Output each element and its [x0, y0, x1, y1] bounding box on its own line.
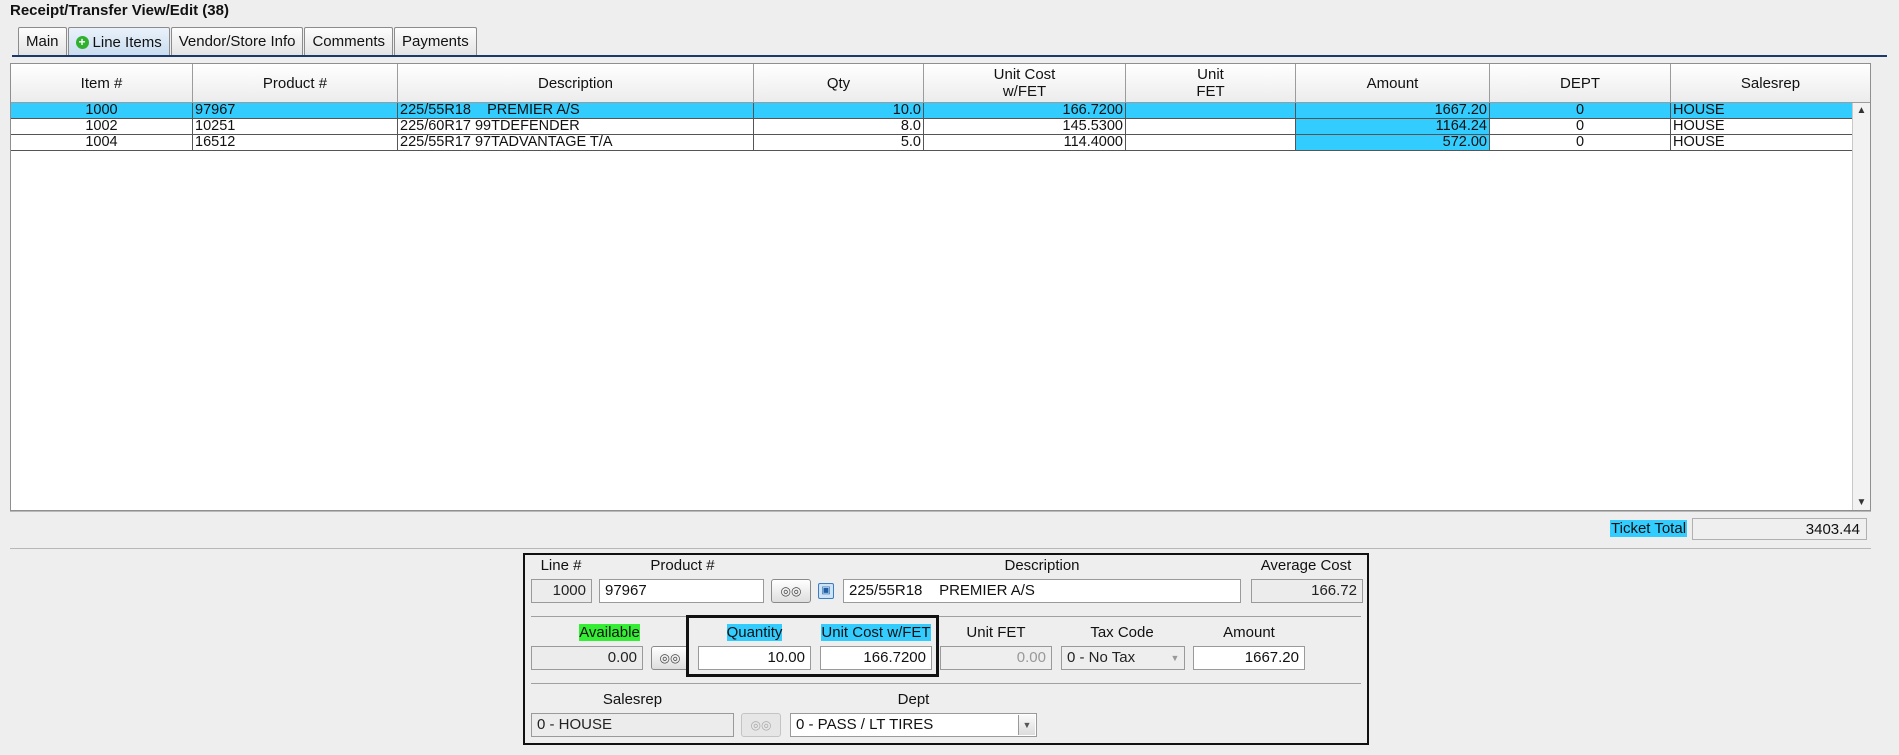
tab-underline: [12, 55, 1887, 57]
unit-fet-label: Unit FET: [966, 624, 1026, 641]
line-items-grid[interactable]: Item # Product # Description Qty Unit Co…: [10, 63, 1871, 511]
scroll-up-icon[interactable]: ▲: [1853, 105, 1870, 116]
column-header-description[interactable]: Description: [398, 64, 754, 102]
cell-salesrep: HOUSE: [1671, 135, 1870, 151]
column-header-product[interactable]: Product #: [193, 64, 398, 102]
tab-bar: Main + Line Items Vendor/Store Info Comme…: [18, 27, 478, 56]
column-header-dept[interactable]: DEPT: [1490, 64, 1671, 102]
availability-lookup-button[interactable]: ◎◎: [651, 646, 689, 670]
cell-product: 16512: [193, 135, 398, 151]
window-title: Receipt/Transfer View/Edit (38): [10, 2, 229, 19]
table-row[interactable]: 1002 10251 225/60R17 99TDEFENDER 8.0 145…: [11, 119, 1870, 135]
chevron-down-icon[interactable]: ▼: [1018, 715, 1035, 735]
tab-main[interactable]: Main: [18, 27, 67, 55]
amount-input[interactable]: 1667.20: [1193, 646, 1305, 670]
tab-comments-label: Comments: [312, 33, 385, 50]
tab-payments-label: Payments: [402, 33, 469, 50]
dept-value: 0 - PASS / LT TIRES: [796, 716, 934, 733]
average-cost-field: 166.72: [1251, 579, 1363, 603]
detail-separator: [531, 616, 1361, 617]
cell-dept: 0: [1490, 103, 1671, 119]
cell-dept: 0: [1490, 135, 1671, 151]
tab-line-items-label: Line Items: [92, 33, 162, 51]
totals-bar: [10, 511, 1871, 549]
salesrep-label: Salesrep: [602, 691, 663, 708]
ticket-total-value: 3403.44: [1692, 518, 1867, 540]
description-input[interactable]: 225/55R18 PREMIER A/S: [843, 579, 1241, 603]
tab-vendor-store-info-label: Vendor/Store Info: [178, 33, 296, 50]
binoculars-icon: ◎◎: [659, 651, 681, 665]
unit-fet-input[interactable]: 0.00: [940, 646, 1052, 670]
product-info-icon[interactable]: ▣: [818, 583, 834, 599]
salesrep-lookup-button[interactable]: ◎◎: [741, 713, 781, 737]
cell-item: 1000: [11, 103, 193, 119]
cell-item: 1002: [11, 119, 193, 135]
cell-qty: 8.0: [754, 119, 924, 135]
tax-code-label: Tax Code: [1090, 624, 1154, 641]
cell-description: 225/55R18 PREMIER A/S: [398, 103, 754, 119]
cell-description: 225/55R17 97TADVANTAGE T/A: [398, 135, 754, 151]
tab-comments[interactable]: Comments: [304, 27, 393, 55]
product-number-label: Product #: [650, 557, 715, 574]
cell-unit-fet: [1126, 119, 1296, 135]
dept-select[interactable]: 0 - PASS / LT TIRES ▼: [790, 713, 1037, 737]
plus-circle-icon: +: [75, 35, 89, 49]
line-number-label: Line #: [540, 557, 582, 574]
cell-unit-cost: 145.5300: [924, 119, 1126, 135]
cell-unit-cost: 166.7200: [924, 103, 1126, 119]
tab-line-items[interactable]: + Line Items: [67, 27, 170, 56]
quantity-cost-highlight-box: [686, 615, 939, 677]
column-header-salesrep[interactable]: Salesrep: [1671, 64, 1870, 102]
product-number-input[interactable]: 97967: [599, 579, 764, 603]
available-label-wrap: Available: [531, 624, 688, 641]
tab-vendor-store-info[interactable]: Vendor/Store Info: [170, 27, 304, 55]
description-label: Description: [1004, 557, 1080, 574]
table-row[interactable]: 1000 97967 225/55R18 PREMIER A/S 10.0 16…: [11, 103, 1870, 119]
ticket-total-label: Ticket Total: [1610, 520, 1688, 537]
cell-dept: 0: [1490, 119, 1671, 135]
tab-payments[interactable]: Payments: [394, 27, 477, 55]
cell-amount: 1164.24: [1296, 119, 1490, 135]
cell-item: 1004: [11, 135, 193, 151]
amount-label: Amount: [1223, 624, 1275, 641]
salesrep-field: 0 - HOUSE: [531, 713, 734, 737]
table-row[interactable]: 1004 16512 225/55R17 97TADVANTAGE T/A 5.…: [11, 135, 1870, 151]
grid-header: Item # Product # Description Qty Unit Co…: [11, 64, 1870, 103]
scroll-down-icon[interactable]: ▼: [1853, 497, 1870, 508]
tax-code-value: 0 - No Tax: [1067, 649, 1136, 666]
cell-product: 10251: [193, 119, 398, 135]
column-header-amount[interactable]: Amount: [1296, 64, 1490, 102]
chevron-down-icon: ▼: [1170, 653, 1180, 663]
line-number-field: 1000: [531, 579, 592, 603]
available-label: Available: [579, 624, 640, 641]
column-header-unit-fet[interactable]: Unit FET: [1126, 64, 1296, 102]
cell-qty: 10.0: [754, 103, 924, 119]
cell-unit-fet: [1126, 135, 1296, 151]
available-field: 0.00: [531, 646, 643, 670]
product-lookup-button[interactable]: ◎◎: [771, 579, 811, 603]
grid-vertical-scrollbar[interactable]: ▲ ▼: [1852, 103, 1870, 510]
binoculars-icon: ◎◎: [780, 584, 802, 598]
tax-code-select[interactable]: 0 - No Tax ▼: [1061, 646, 1185, 670]
cell-qty: 5.0: [754, 135, 924, 151]
cell-salesrep: HOUSE: [1671, 119, 1870, 135]
cell-product: 97967: [193, 103, 398, 119]
cell-salesrep: HOUSE: [1671, 103, 1870, 119]
cell-unit-cost: 114.4000: [924, 135, 1126, 151]
average-cost-label: Average Cost: [1260, 557, 1352, 574]
column-header-qty[interactable]: Qty: [754, 64, 924, 102]
cell-amount: 1667.20: [1296, 103, 1490, 119]
dept-label: Dept: [897, 691, 930, 708]
tab-main-label: Main: [26, 33, 59, 50]
cell-unit-fet: [1126, 103, 1296, 119]
column-header-item[interactable]: Item #: [11, 64, 193, 102]
binoculars-icon: ◎◎: [750, 718, 772, 732]
column-header-unit-cost[interactable]: Unit Cost w/FET: [924, 64, 1126, 102]
cell-amount: 572.00: [1296, 135, 1490, 151]
detail-separator: [531, 683, 1361, 684]
cell-description: 225/60R17 99TDEFENDER: [398, 119, 754, 135]
